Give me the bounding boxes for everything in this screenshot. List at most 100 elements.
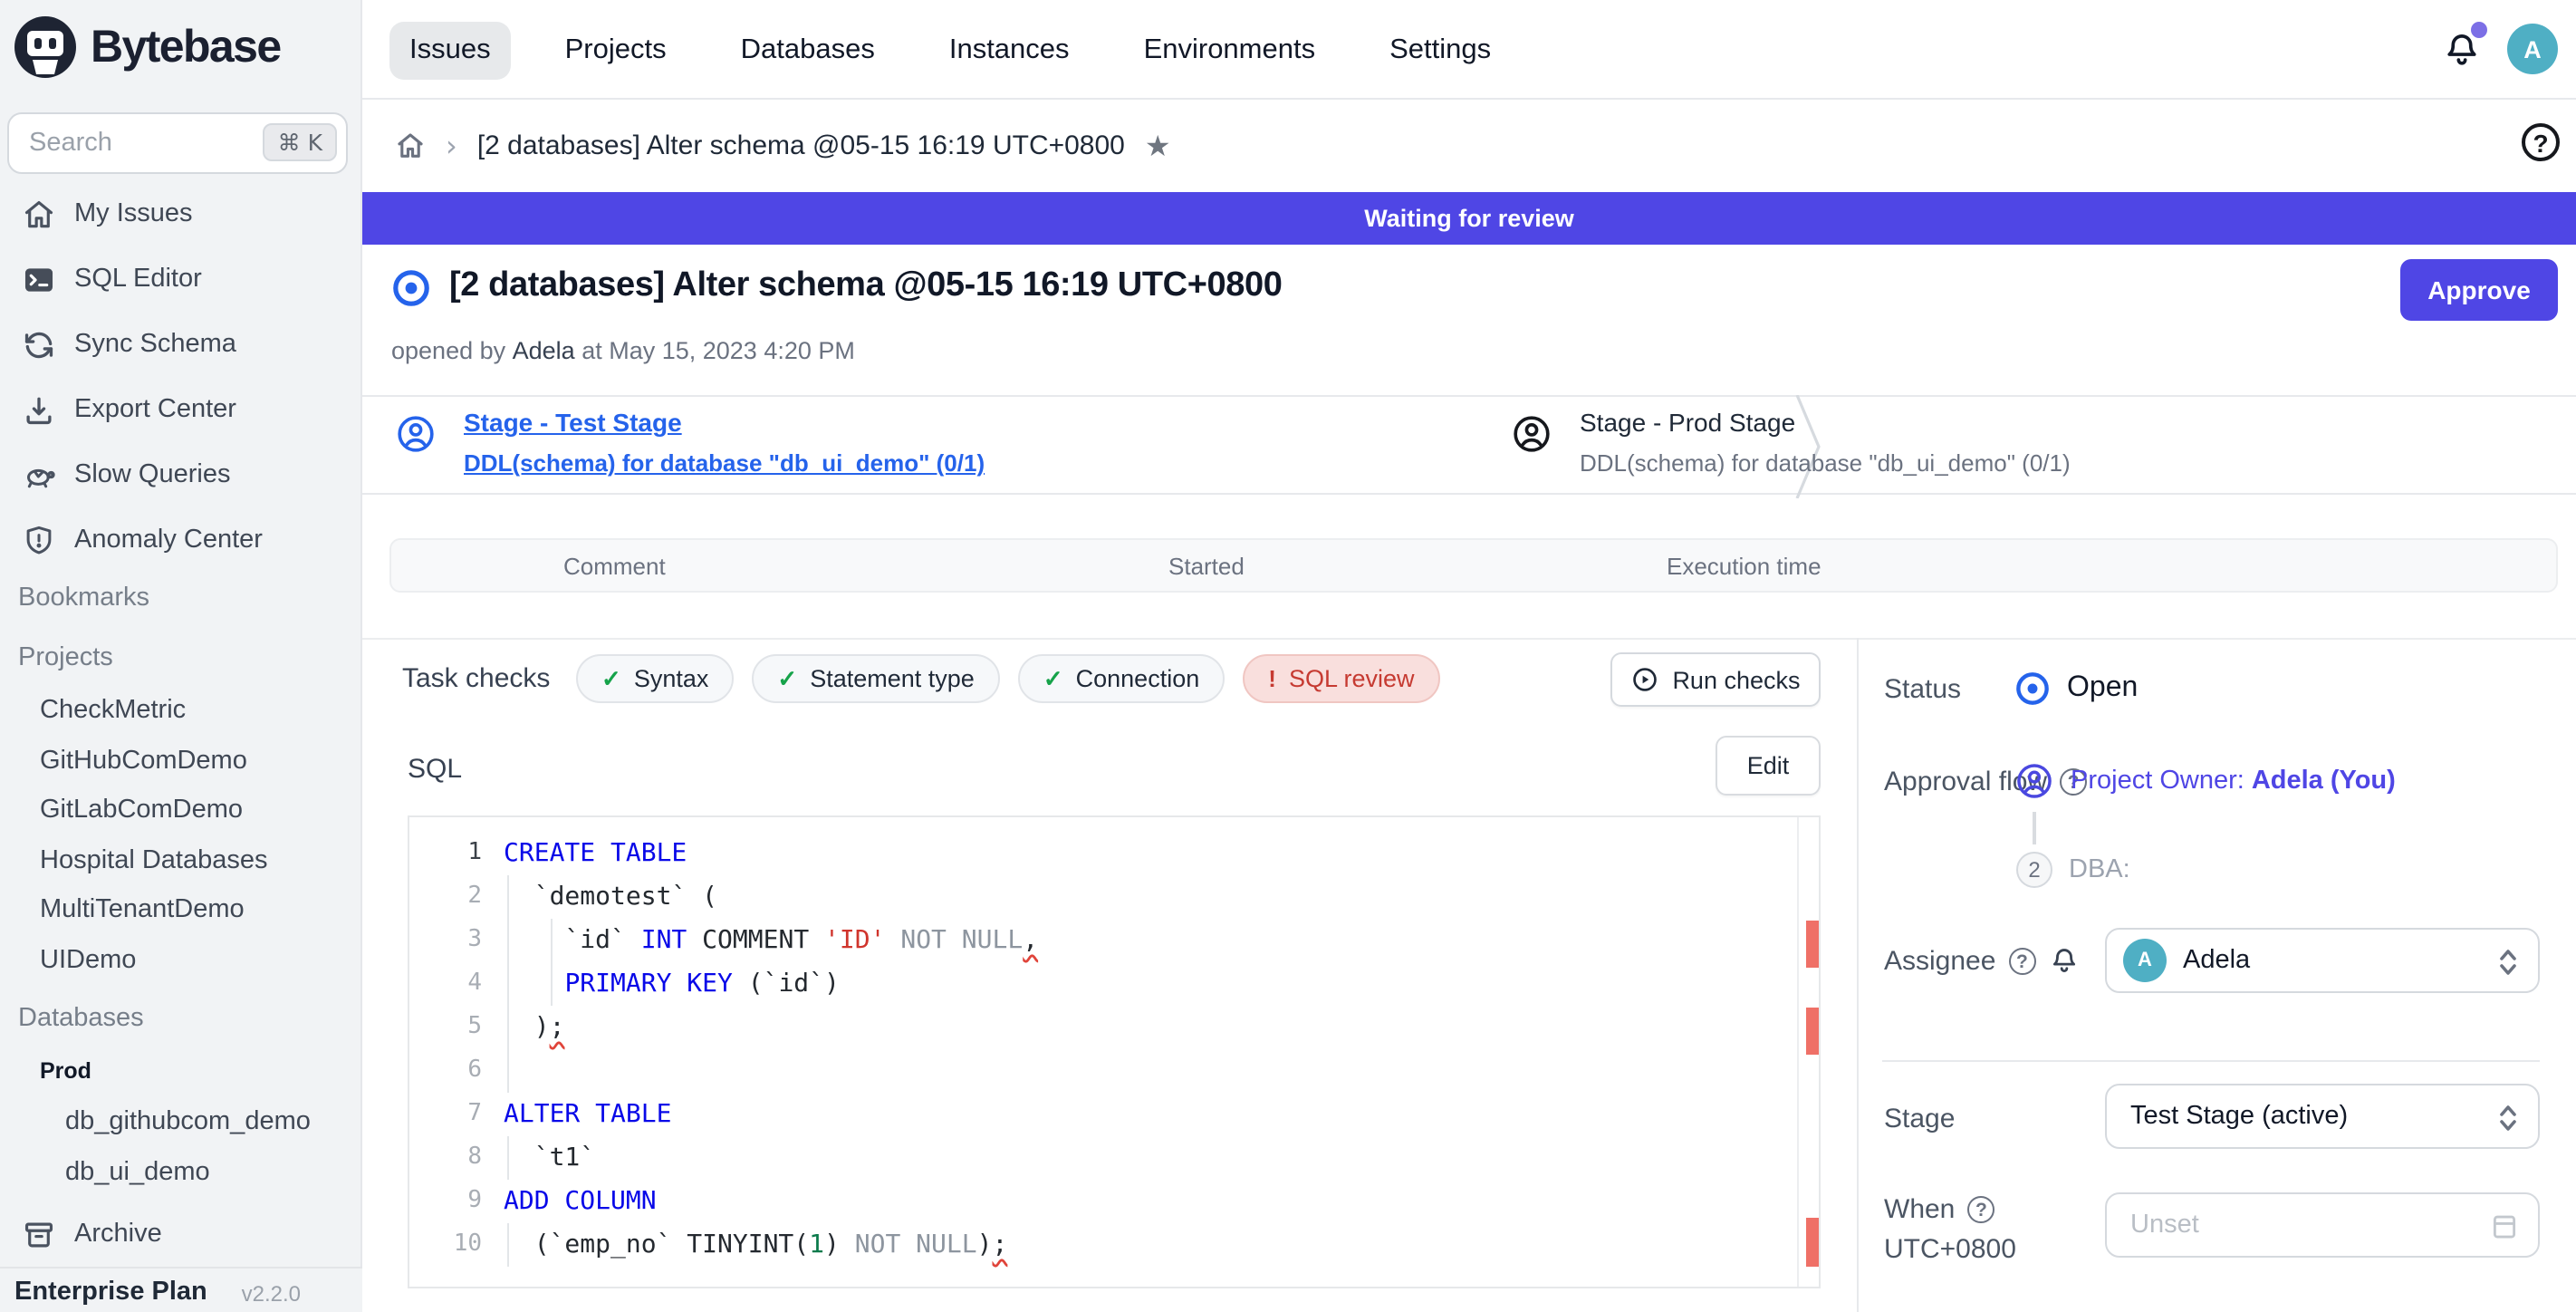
help-icon[interactable]: ? <box>2522 123 2560 161</box>
approval-step2-number: 2 <box>2016 852 2052 888</box>
issue-title: [2 databases] Alter schema @05-15 16:19 … <box>449 266 1282 306</box>
stage-prod-task-label[interactable]: DDL(schema) for database "db_ui_demo" (0… <box>1580 449 2071 477</box>
stage-test-task-link[interactable]: DDL(schema) for database "db_ui_demo" (0… <box>464 449 985 477</box>
when-datetime-input[interactable]: Unset <box>2105 1192 2540 1258</box>
sidebar-database-db_githubcom_demo[interactable]: db_githubcom_demo <box>65 1107 311 1136</box>
terminal-icon <box>22 262 56 296</box>
sidebar-project-hospital-databases[interactable]: Hospital Databases <box>40 846 268 875</box>
sidebar-section-projects[interactable]: Projects <box>18 643 113 672</box>
download-icon <box>22 392 56 427</box>
play-circle-icon <box>1630 665 1659 694</box>
turtle-icon <box>22 458 56 492</box>
edit-sql-button[interactable]: Edit <box>1716 736 1821 796</box>
user-avatar[interactable]: A <box>2507 24 2558 74</box>
check-pill-syntax[interactable]: ✓Syntax <box>576 654 734 703</box>
bookmark-star-icon[interactable]: ★ <box>1145 129 1171 163</box>
sidebar-item-sql-editor[interactable]: SQL Editor <box>0 250 362 308</box>
sidebar-item-slow-queries[interactable]: Slow Queries <box>0 446 362 504</box>
assignee-label: Assignee ? <box>1884 946 2079 977</box>
brand-name: Bytebase <box>91 21 281 73</box>
sidebar-item-export-center[interactable]: Export Center <box>0 381 362 439</box>
home-icon[interactable] <box>395 130 426 161</box>
check-icon: ✓ <box>1043 664 1063 693</box>
plan-label[interactable]: Enterprise Plan <box>14 1278 207 1307</box>
code-line-text: (`emp_no` TINYINT(1) NOT NULL); <box>504 1223 1007 1267</box>
nav-tab-environments[interactable]: Environments <box>1124 21 1336 79</box>
approve-button[interactable]: Approve <box>2400 259 2558 321</box>
approval-step2-role: DBA: <box>2069 855 2130 884</box>
stage-prod-label[interactable]: Stage - Prod Stage <box>1580 408 1795 437</box>
version-label: v2.2.0 <box>242 1281 301 1307</box>
line-number: 2 <box>409 875 482 919</box>
code-line-text: CREATE TABLE <box>504 832 687 875</box>
check-pill-sql-review[interactable]: !SQL review <box>1243 654 1439 703</box>
bytebase-logo-icon <box>11 13 80 82</box>
assignee-bell-icon[interactable] <box>2048 946 2079 977</box>
check-pill-connection[interactable]: ✓Connection <box>1018 654 1225 703</box>
chevron-updown-icon <box>2498 948 2518 977</box>
breadcrumb-title: [2 databases] Alter schema @05-15 16:19 … <box>477 130 1125 161</box>
nav-tab-instances[interactable]: Instances <box>929 21 1090 79</box>
approval-step1-text[interactable]: Project Owner: Adela (You) <box>2071 767 2396 796</box>
sidebar-section-databases[interactable]: Databases <box>18 1004 144 1033</box>
sidebar-item-bookmarks[interactable]: Bookmarks <box>18 584 149 613</box>
panel-divider <box>1857 638 1859 1312</box>
sidebar-item-sync-schema[interactable]: Sync Schema <box>0 315 362 373</box>
search-box[interactable]: ⌘ K <box>7 112 348 174</box>
status-value: Open <box>2014 670 2138 707</box>
assignee-select[interactable]: A Adela <box>2105 928 2540 993</box>
issue-open-status-icon <box>391 268 431 308</box>
nav-tab-databases[interactable]: Databases <box>721 21 895 79</box>
code-line: 4 PRIMARY KEY (`id`) <box>409 962 1819 1006</box>
nav-tab-issues[interactable]: Issues <box>389 21 511 79</box>
sidebar-project-checkmetric[interactable]: CheckMetric <box>40 696 186 725</box>
line-number: 3 <box>409 919 482 962</box>
column-header-started: Started <box>1168 553 1245 580</box>
check-pill-statement-type[interactable]: ✓Statement type <box>752 654 999 703</box>
sidebar-project-gitlabcomdemo[interactable]: GitLabComDemo <box>40 796 243 825</box>
code-line: 2 `demotest` ( <box>409 875 1819 919</box>
stage-select[interactable]: Test Stage (active) <box>2105 1084 2540 1149</box>
issue-author: Adela <box>513 337 575 364</box>
approver-icon <box>2014 761 2054 801</box>
code-line: 10 (`emp_no` TINYINT(1) NOT NULL); <box>409 1223 1819 1267</box>
search-input[interactable] <box>9 129 246 158</box>
check-icon: ✓ <box>777 664 797 693</box>
sidebar-item-my-issues[interactable]: My Issues <box>0 185 362 243</box>
sidebar-item-label: Archive <box>74 1220 162 1249</box>
assignee-help-icon[interactable]: ? <box>2008 948 2035 975</box>
when-timezone: UTC+0800 <box>1884 1234 2016 1265</box>
panel-section-divider <box>1882 1060 2540 1062</box>
run-checks-label: Run checks <box>1672 666 1800 693</box>
nav-tab-projects[interactable]: Projects <box>545 21 687 79</box>
sidebar-item-anomaly-center[interactable]: Anomaly Center <box>0 511 362 569</box>
column-header-execution-time: Execution time <box>1667 553 1821 580</box>
when-help-icon[interactable]: ? <box>1967 1196 1994 1223</box>
code-line: 6 <box>409 1049 1819 1093</box>
assignee-value: Adela <box>2183 946 2250 975</box>
sidebar-item-label: Anomaly Center <box>74 526 263 555</box>
sidebar-project-uidemo[interactable]: UIDemo <box>40 946 136 975</box>
task-checks-label: Task checks <box>402 663 550 694</box>
run-checks-button[interactable]: Run checks <box>1610 652 1821 707</box>
sidebar-item-archive[interactable]: Archive <box>0 1205 362 1263</box>
nav-tab-settings[interactable]: Settings <box>1370 21 1511 79</box>
sidebar-item-label: My Issues <box>74 199 193 228</box>
when-label: When ? <box>1884 1194 1994 1225</box>
calendar-icon <box>2489 1211 2520 1241</box>
sidebar-database-db_ui_demo[interactable]: db_ui_demo <box>65 1158 210 1187</box>
editor-scrollbar-track <box>1797 817 1799 1287</box>
sidebar-project-githubcomdemo[interactable]: GitHubComDemo <box>40 746 247 775</box>
line-number: 6 <box>409 1049 482 1093</box>
sidebar-project-multitenantdemo[interactable]: MultiTenantDemo <box>40 896 245 925</box>
sql-code-editor[interactable]: 1 CREATE TABLE2 `demotest` (3 `id` INT CO… <box>408 815 1821 1288</box>
code-line: 3 `id` INT COMMENT 'ID' NOT NULL, <box>409 919 1819 962</box>
brand-logo[interactable]: Bytebase <box>11 13 281 82</box>
stage-test-link[interactable]: Stage - Test Stage <box>464 408 682 437</box>
error-marker <box>1806 1008 1821 1055</box>
line-number: 1 <box>409 832 482 875</box>
code-line: 7ALTER TABLE <box>409 1093 1819 1136</box>
sidebar-env-prod[interactable]: Prod <box>40 1058 91 1084</box>
sidebar-item-label: Sync Schema <box>74 330 236 359</box>
line-number: 4 <box>409 962 482 1006</box>
